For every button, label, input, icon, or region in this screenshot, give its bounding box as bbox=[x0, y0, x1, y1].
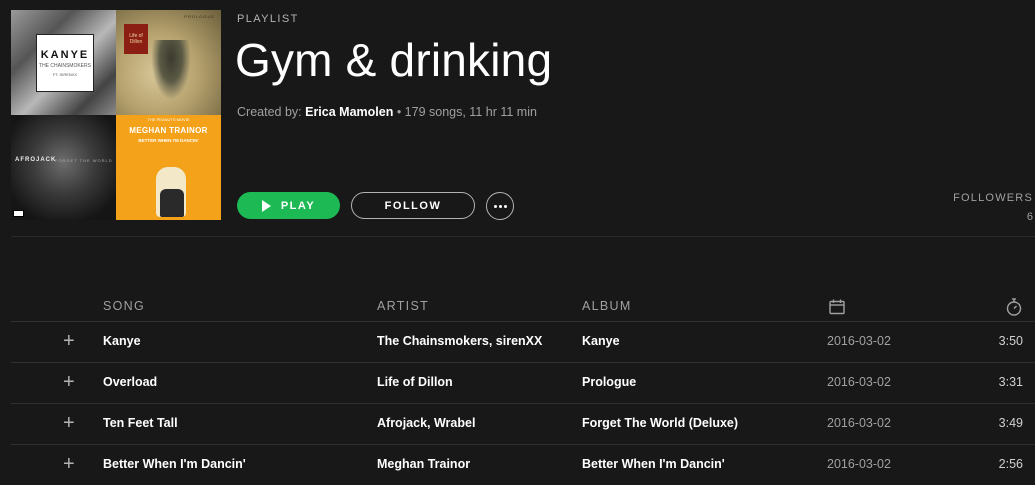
track-artist[interactable]: Afrojack, Wrabel bbox=[377, 416, 475, 430]
more-horizontal-icon bbox=[493, 204, 507, 208]
created-by-label: Created by: bbox=[237, 105, 302, 119]
track-duration: 3:49 bbox=[998, 416, 1023, 430]
track-album[interactable]: Forget The World (Deluxe) bbox=[582, 416, 738, 430]
column-header-song[interactable]: SONG bbox=[103, 299, 145, 313]
cover-text: THE PEANUTS MOVIE bbox=[147, 117, 190, 122]
play-button[interactable]: PLAY bbox=[237, 192, 340, 219]
stopwatch-icon[interactable] bbox=[1005, 297, 1023, 320]
track-date-added: 2016-03-02 bbox=[827, 375, 891, 389]
cover-tile-meghan: THE PEANUTS MOVIE MEGHAN TRAINOR BETTER … bbox=[116, 115, 221, 220]
track-artist[interactable]: Meghan Trainor bbox=[377, 457, 470, 471]
track-title: Kanye bbox=[103, 334, 141, 348]
tracklist-header: SONG ARTIST ALBUM bbox=[11, 297, 1035, 322]
playlist-meta: Created by: Erica Mamolen • 179 songs, 1… bbox=[237, 105, 537, 119]
calendar-icon[interactable] bbox=[828, 298, 846, 319]
track-duration: 3:50 bbox=[998, 334, 1023, 348]
followers-label: FOLLOWERS bbox=[953, 192, 1033, 204]
cover-text: PROLOGUE bbox=[184, 14, 215, 19]
snoopy-figure-body bbox=[160, 189, 184, 217]
track-artist[interactable]: Life of Dillon bbox=[377, 375, 453, 389]
cover-text: THE CHAINSMOKERS bbox=[39, 63, 91, 69]
follow-button[interactable]: FOLLOW bbox=[351, 192, 475, 219]
playlist-kind-label: PLAYLIST bbox=[237, 13, 299, 25]
playlist-stats: • 179 songs, 11 hr 11 min bbox=[393, 105, 537, 119]
cover-text: KANYE bbox=[40, 49, 90, 61]
playlist-title: Gym & drinking bbox=[235, 34, 553, 86]
track-date-added: 2016-03-02 bbox=[827, 416, 891, 430]
track-title: Better When I'm Dancin' bbox=[103, 457, 246, 471]
cover-tile-kanye: KANYE THE CHAINSMOKERS FT. SIRENXX bbox=[11, 10, 116, 115]
add-icon[interactable]: + bbox=[63, 330, 75, 353]
table-row[interactable]: + Overload Life of Dillon Prologue 2016-… bbox=[11, 363, 1035, 404]
track-duration: 2:56 bbox=[998, 457, 1023, 471]
track-date-added: 2016-03-02 bbox=[827, 334, 891, 348]
column-header-artist[interactable]: ARTIST bbox=[377, 299, 429, 313]
cover-text: AFROJACK bbox=[15, 157, 57, 163]
header-divider bbox=[11, 236, 1035, 237]
add-icon[interactable]: + bbox=[63, 453, 75, 476]
play-label: PLAY bbox=[280, 199, 316, 212]
table-row[interactable]: + Better When I'm Dancin' Meghan Trainor… bbox=[11, 445, 1035, 485]
column-header-album[interactable]: ALBUM bbox=[582, 299, 632, 313]
cover-tile-prologue: PROLOGUE Life of Dillon bbox=[116, 10, 221, 115]
table-row[interactable]: + Ten Feet Tall Afrojack, Wrabel Forget … bbox=[11, 404, 1035, 445]
cover-text: FT. SIRENXX bbox=[52, 72, 78, 77]
track-duration: 3:31 bbox=[998, 375, 1023, 389]
track-album[interactable]: Prologue bbox=[582, 375, 636, 389]
owner-link[interactable]: Erica Mamolen bbox=[305, 105, 393, 119]
track-title: Ten Feet Tall bbox=[103, 416, 178, 430]
followers-count: 6 bbox=[1026, 211, 1033, 223]
more-options-button[interactable] bbox=[486, 192, 514, 220]
cover-emblem: Life of Dillon bbox=[124, 24, 148, 54]
track-title: Overload bbox=[103, 375, 158, 389]
add-icon[interactable]: + bbox=[63, 371, 75, 394]
track-date-added: 2016-03-02 bbox=[827, 457, 891, 471]
track-album[interactable]: Kanye bbox=[582, 334, 620, 348]
parental-advisory-icon bbox=[13, 210, 24, 217]
play-icon bbox=[261, 199, 271, 212]
playlist-cover: KANYE THE CHAINSMOKERS FT. SIRENXX PROLO… bbox=[11, 10, 221, 220]
track-artist[interactable]: The Chainsmokers, sirenXX bbox=[377, 334, 542, 348]
table-row[interactable]: + Kanye The Chainsmokers, sirenXX Kanye … bbox=[11, 322, 1035, 363]
cover-text: FORGET THE WORLD bbox=[55, 158, 113, 163]
cover-tile-afrojack: AFROJACK FORGET THE WORLD bbox=[11, 115, 116, 220]
kanye-label-box: KANYE THE CHAINSMOKERS FT. SIRENXX bbox=[36, 34, 94, 92]
cover-figure bbox=[151, 40, 191, 100]
cover-text: BETTER WHEN I'M DANCIN' bbox=[138, 138, 199, 143]
cover-text: MEGHAN TRAINOR bbox=[129, 126, 208, 135]
track-album[interactable]: Better When I'm Dancin' bbox=[582, 457, 725, 471]
add-icon[interactable]: + bbox=[63, 412, 75, 435]
